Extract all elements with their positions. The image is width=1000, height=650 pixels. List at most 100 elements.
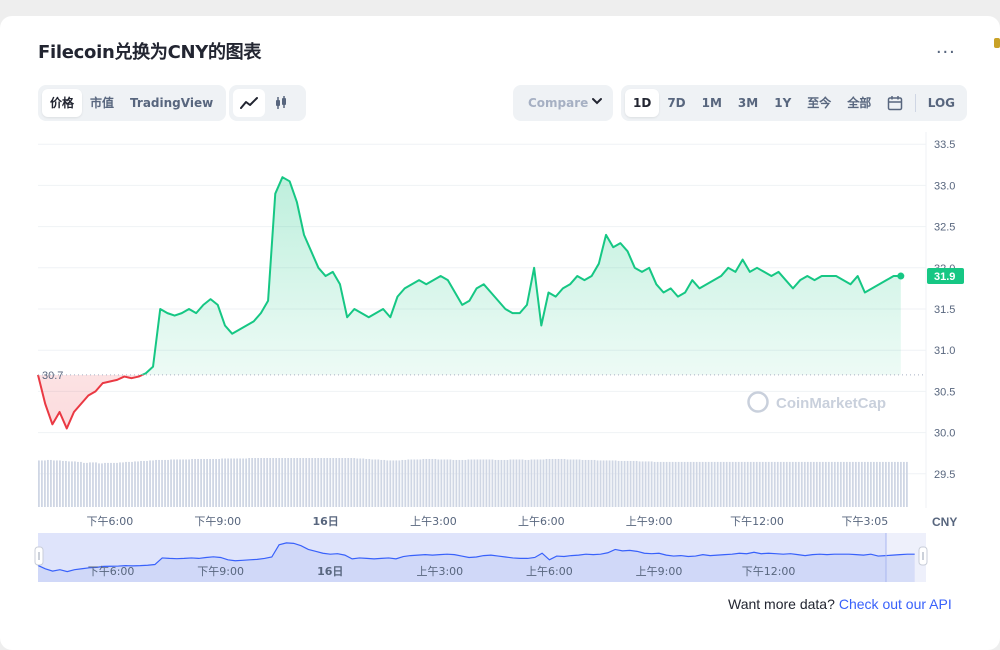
volume-bar bbox=[146, 460, 148, 507]
range-navigator[interactable]: 下午6:00 下午9:00 16日 上午3:00 上午6:00 上午9:00 下午12:00 bbox=[34, 533, 928, 582]
volume-bar bbox=[269, 458, 272, 507]
volume-bar bbox=[128, 461, 130, 507]
volume-bar bbox=[824, 461, 827, 507]
current-price-dot bbox=[897, 272, 905, 280]
volume-bar bbox=[260, 458, 263, 507]
volume-bar bbox=[647, 461, 650, 507]
volume-bar bbox=[614, 460, 617, 507]
volume-bar bbox=[329, 458, 332, 507]
volume-bar bbox=[101, 463, 103, 507]
volume-bar bbox=[311, 458, 314, 507]
volume-bar bbox=[830, 461, 833, 507]
volume-bar bbox=[506, 459, 509, 507]
volume-bar bbox=[176, 459, 178, 507]
volume-bar bbox=[245, 458, 248, 507]
y-tick-label: 29.5 bbox=[934, 469, 955, 481]
volume-bar bbox=[821, 461, 824, 507]
volume-bar bbox=[386, 460, 389, 507]
volume-bar bbox=[47, 459, 49, 507]
price-chart[interactable]: CoinMarketCap 33.533.032.532.031.531.030… bbox=[0, 0, 1000, 650]
volume-bar bbox=[95, 462, 97, 507]
price-area-up bbox=[38, 177, 901, 375]
volume-bar bbox=[812, 461, 815, 507]
volume-bar bbox=[725, 461, 728, 507]
volume-bar bbox=[551, 458, 554, 507]
volume-bar bbox=[131, 461, 133, 507]
x-tick-label: 上午6:00 bbox=[518, 515, 565, 528]
volume-bar bbox=[353, 458, 356, 507]
volume-bar bbox=[749, 461, 752, 507]
volume-bar bbox=[713, 461, 716, 507]
volume-bar bbox=[344, 458, 347, 507]
volume-bar bbox=[122, 462, 124, 507]
volume-bar bbox=[671, 461, 674, 507]
volume-bar bbox=[890, 461, 893, 507]
volume-bar bbox=[197, 458, 199, 507]
volume-bar bbox=[884, 461, 887, 507]
volume-bar bbox=[644, 461, 647, 507]
volume-bar bbox=[437, 459, 440, 507]
volume-bar bbox=[770, 461, 773, 507]
volume-bar bbox=[299, 458, 302, 507]
x-tick-label: 下午9:00 bbox=[194, 515, 241, 528]
volume-bar bbox=[797, 461, 800, 507]
volume-bar bbox=[893, 461, 896, 507]
volume-bar bbox=[701, 461, 704, 507]
volume-bar bbox=[416, 459, 419, 507]
volume-bar bbox=[662, 461, 665, 507]
volume-bar bbox=[503, 459, 506, 507]
volume-bar bbox=[590, 459, 593, 507]
volume-bar bbox=[500, 459, 503, 507]
volume-bar bbox=[266, 458, 269, 507]
volume-bar bbox=[704, 461, 707, 507]
volume-bar bbox=[515, 459, 518, 507]
volume-bar bbox=[137, 461, 139, 507]
volume-bar bbox=[467, 459, 470, 507]
volume-bar bbox=[239, 458, 242, 507]
volume-bar bbox=[848, 461, 851, 507]
volume-bar bbox=[755, 461, 758, 507]
volume-bar bbox=[602, 460, 605, 507]
volume-bar bbox=[380, 459, 383, 507]
volume-bar bbox=[56, 460, 58, 507]
volume-bar bbox=[263, 458, 266, 507]
volume-bar bbox=[272, 458, 275, 507]
volume-bar bbox=[818, 461, 821, 507]
navigator-label: 上午3:00 bbox=[416, 565, 463, 578]
volume-bar bbox=[788, 461, 791, 507]
navigator-label: 16日 bbox=[317, 565, 343, 578]
volume-bar bbox=[80, 461, 82, 507]
volume-bar bbox=[566, 459, 569, 507]
x-tick-label: 下午6:00 bbox=[87, 515, 134, 528]
volume-bar bbox=[575, 459, 578, 507]
volume-bar bbox=[359, 458, 362, 507]
volume-bar bbox=[569, 459, 572, 507]
volume-bar bbox=[338, 458, 341, 507]
current-price-label: 31.9 bbox=[934, 271, 955, 283]
volume-bar bbox=[903, 461, 905, 507]
volume-bar bbox=[314, 458, 317, 507]
volume-bar bbox=[542, 459, 545, 507]
volume-bar bbox=[497, 459, 500, 507]
api-link[interactable]: Check out our API bbox=[839, 596, 952, 612]
volume-bar bbox=[620, 460, 623, 507]
volume-bar bbox=[347, 458, 350, 507]
volume-bar bbox=[224, 458, 227, 507]
volume-bar bbox=[470, 459, 473, 507]
volume-bar bbox=[629, 460, 632, 507]
volume-bar bbox=[65, 460, 67, 507]
watermark: CoinMarketCap bbox=[747, 391, 886, 413]
volume-bar bbox=[194, 458, 196, 507]
y-tick-label: 31.5 bbox=[934, 304, 955, 316]
volume-bar bbox=[236, 458, 239, 507]
navigator-label: 下午9:00 bbox=[197, 565, 244, 578]
volume-bar bbox=[401, 459, 404, 507]
volume-bar bbox=[302, 458, 305, 507]
volume-bar bbox=[599, 460, 602, 507]
volume-bar bbox=[596, 460, 599, 507]
volume-bar bbox=[431, 458, 434, 507]
volume-bar bbox=[707, 461, 710, 507]
volume-bar bbox=[608, 460, 611, 507]
volume-bar bbox=[632, 460, 635, 507]
volume-bar bbox=[107, 462, 109, 507]
